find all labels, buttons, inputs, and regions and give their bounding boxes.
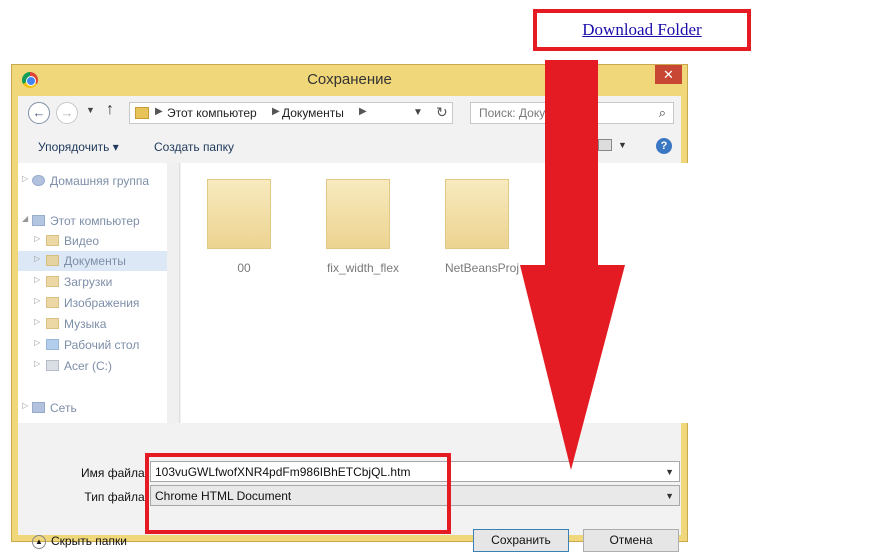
folder-icon bbox=[326, 179, 390, 249]
expand-icon[interactable]: ▷ bbox=[34, 317, 40, 326]
folder-icon bbox=[135, 107, 149, 119]
nav-item-homegroup[interactable]: ▷ Домашняя группа bbox=[18, 171, 167, 191]
organize-menu[interactable]: Упорядочить ▾ bbox=[38, 140, 119, 154]
folder-icon bbox=[445, 179, 509, 249]
chevron-right-icon[interactable]: ▶ bbox=[359, 106, 367, 117]
nav-item-pictures[interactable]: ▷ Изображения bbox=[18, 293, 167, 313]
download-folder-link[interactable]: Download Folder bbox=[582, 20, 701, 40]
folder-icon bbox=[46, 297, 59, 308]
nav-item-network[interactable]: ▷ Сеть bbox=[18, 398, 167, 418]
chevron-right-icon[interactable]: ▶ bbox=[155, 106, 163, 117]
up-arrow-icon[interactable]: ↑ bbox=[106, 101, 114, 119]
navigation-pane: ▷ Домашняя группа ◢ Этот компьютер ▷ Вид… bbox=[18, 163, 180, 423]
hide-folders-label: Скрыть папки bbox=[51, 534, 127, 548]
address-history-dropdown[interactable]: ▼ bbox=[413, 107, 423, 118]
expand-icon[interactable]: ▷ bbox=[22, 401, 28, 410]
recent-locations-dropdown[interactable]: ▼ bbox=[86, 105, 95, 115]
chevron-down-icon[interactable]: ▼ bbox=[665, 467, 674, 477]
nav-item-video[interactable]: ▷ Видео bbox=[18, 231, 167, 251]
file-tile[interactable]: 00 bbox=[189, 173, 299, 283]
annotation-arrow bbox=[520, 60, 625, 470]
download-folder-highlight: Download Folder bbox=[533, 9, 751, 51]
folder-icon bbox=[46, 255, 59, 266]
network-icon bbox=[32, 402, 45, 413]
folder-icon bbox=[207, 179, 271, 249]
hide-folders-toggle[interactable]: ▲ Скрыть папки bbox=[32, 534, 127, 549]
homegroup-icon bbox=[32, 175, 45, 186]
folder-icon bbox=[46, 276, 59, 287]
close-button[interactable]: ✕ bbox=[655, 65, 682, 84]
drive-icon bbox=[46, 360, 59, 371]
nav-item-desktop[interactable]: ▷ Рабочий стол bbox=[18, 335, 167, 355]
navigation-scrollbar[interactable] bbox=[167, 163, 179, 423]
expand-icon[interactable]: ▷ bbox=[34, 359, 40, 368]
breadcrumb-this-pc[interactable]: Этот компьютер bbox=[167, 106, 257, 120]
search-icon[interactable]: ⌕ bbox=[659, 105, 666, 121]
folder-icon bbox=[46, 235, 59, 246]
computer-icon bbox=[32, 215, 45, 226]
expand-icon[interactable]: ▷ bbox=[22, 174, 28, 183]
file-tile[interactable]: fix_width_flex bbox=[308, 173, 418, 283]
folder-icon bbox=[46, 318, 59, 329]
nav-item-drive-c[interactable]: ▷ Acer (C:) bbox=[18, 356, 167, 376]
fields-highlight-box bbox=[145, 453, 451, 534]
chevron-down-icon[interactable]: ▼ bbox=[665, 491, 674, 501]
filetype-label: Тип файла: bbox=[84, 490, 148, 504]
nav-item-music[interactable]: ▷ Музыка bbox=[18, 314, 167, 334]
breadcrumb-documents[interactable]: Документы bbox=[282, 106, 344, 120]
back-arrow-icon[interactable]: ← bbox=[28, 102, 50, 124]
desktop-icon bbox=[46, 339, 59, 350]
expand-icon[interactable]: ▷ bbox=[34, 275, 40, 284]
expand-icon[interactable]: ▷ bbox=[34, 338, 40, 347]
filename-label: Имя файла: bbox=[81, 466, 148, 480]
chevron-right-icon[interactable]: ▶ bbox=[272, 106, 280, 117]
new-folder-button[interactable]: Создать папку bbox=[154, 140, 234, 154]
chevron-up-icon: ▲ bbox=[32, 534, 46, 549]
forward-arrow-icon[interactable]: → bbox=[56, 102, 78, 124]
nav-item-documents[interactable]: ▷ Документы bbox=[18, 251, 167, 271]
expand-icon[interactable]: ▷ bbox=[34, 296, 40, 305]
nav-item-this-pc[interactable]: ◢ Этот компьютер bbox=[18, 211, 167, 231]
arrow-shape bbox=[520, 60, 625, 470]
help-icon[interactable]: ? bbox=[656, 138, 672, 154]
expand-icon[interactable]: ▷ bbox=[34, 254, 40, 263]
refresh-icon[interactable]: ↻ bbox=[436, 104, 448, 121]
expand-icon[interactable]: ▷ bbox=[34, 234, 40, 243]
nav-item-downloads[interactable]: ▷ Загрузки bbox=[18, 272, 167, 292]
collapse-icon[interactable]: ◢ bbox=[22, 214, 28, 223]
address-bar[interactable]: ▶ Этот компьютер ▶ Документы ▶ ▼ ↻ bbox=[129, 102, 453, 124]
